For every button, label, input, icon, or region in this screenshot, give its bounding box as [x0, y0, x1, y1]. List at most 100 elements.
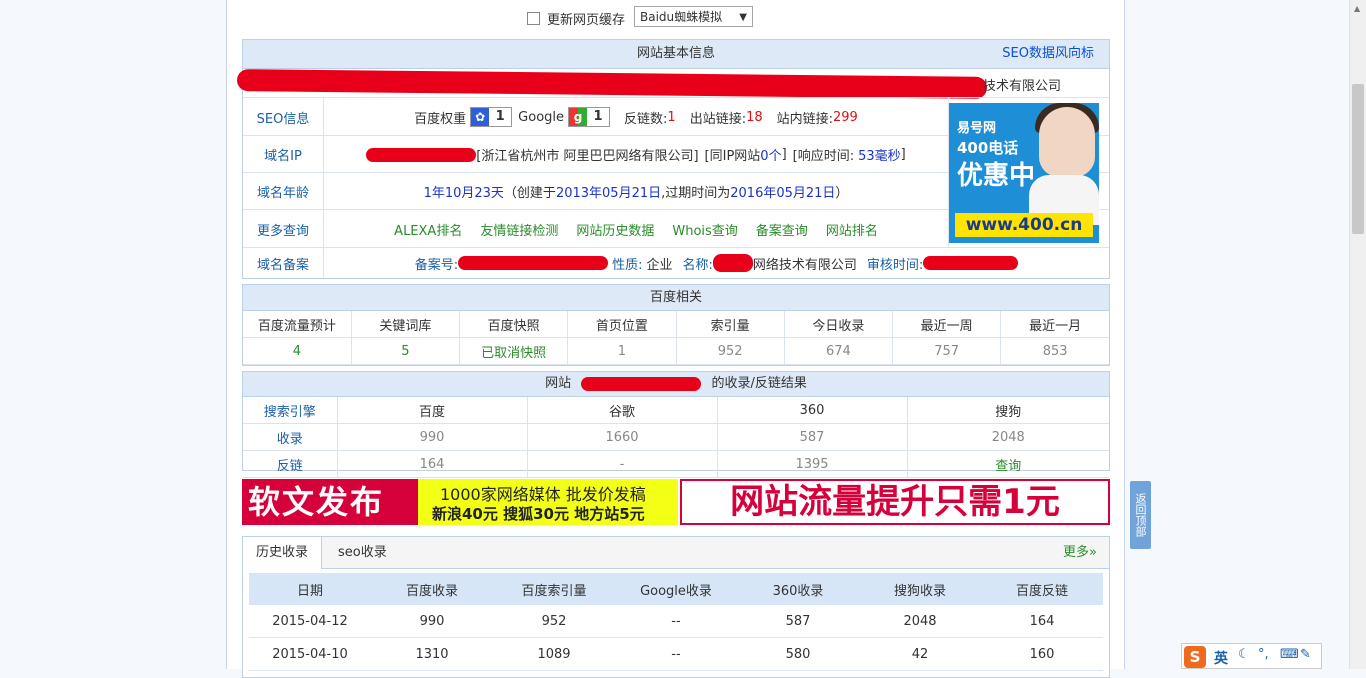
history-header-cell: 日期	[249, 573, 371, 605]
domain-age: 1年10月23天	[423, 186, 504, 201]
response-time-label: [响应时间:	[792, 149, 855, 164]
history-data-link[interactable]: 网站历史数据	[576, 220, 654, 239]
redaction-mark	[236, 69, 988, 99]
history-header-cell: 百度索引量	[493, 573, 615, 605]
baidu-today-value: 674	[783, 337, 894, 365]
ime-mode[interactable]: 英	[1214, 648, 1228, 668]
sogou-logo-icon: S	[1184, 646, 1206, 668]
banner-mid-line1: 1000家网络媒体 批发价发稿	[440, 485, 646, 504]
outlinks-value[interactable]: 18	[746, 110, 763, 125]
engine-header: 搜索引擎	[243, 397, 338, 424]
baidu-traffic-value[interactable]: 4	[243, 337, 352, 365]
wrench-icon[interactable]: ✎	[1300, 647, 1311, 662]
history-cell: 1310	[371, 637, 493, 671]
icp-number-label: 备案号:	[414, 257, 459, 273]
tab-history-index[interactable]: 历史收录	[243, 537, 323, 569]
scrollbar-thumb[interactable]	[1352, 84, 1364, 234]
result-header-cell: 百度	[336, 397, 528, 424]
baidu-header-cell: 今日收录	[783, 311, 894, 338]
back-to-top-button[interactable]: 返回顶部	[1130, 481, 1151, 549]
age-close: ）	[835, 186, 849, 201]
refresh-cache-label: 更新网页缓存	[547, 13, 626, 28]
baidu-index-value: 952	[675, 337, 785, 365]
baidu-week-value: 757	[891, 337, 1002, 365]
backlink-row-label: 反链	[243, 450, 338, 478]
baidu-panel: 百度相关 百度流量预计 关键词库 百度快照 首页位置 索引量 今日收录 最近一周…	[242, 284, 1110, 366]
result-panel: 网站 的收录/反链结果 搜索引擎 百度 谷歌 360 搜狗 收录 990 166…	[242, 371, 1110, 478]
site-rank-link[interactable]: 网站排名	[826, 220, 878, 239]
ad-line2: 优惠中	[957, 161, 1036, 191]
seo-trend-link[interactable]: SEO数据风向标	[1002, 40, 1094, 68]
result-cell: 990	[336, 423, 528, 451]
baidu-home-position: 1	[567, 337, 677, 365]
result-title-pre: 网站	[545, 376, 572, 391]
result-table: 搜索引擎 百度 谷歌 360 搜狗 收录 990 1660 587 2048 反…	[243, 397, 1109, 478]
company-name: 技术有限公司	[983, 79, 1062, 94]
baidu-header-cell: 索引量	[675, 311, 785, 338]
history-header-cell: 搜狗收录	[859, 573, 981, 605]
friend-link-check[interactable]: 友情链接检测	[480, 220, 558, 239]
history-cell: 580	[737, 637, 859, 671]
spider-select[interactable]: Baidu蜘蛛模拟 ▼	[634, 6, 753, 27]
ad-brand: 易号网	[957, 121, 997, 136]
history-table: 日期 百度收录 百度索引量 Google收录 360收录 搜狗收录 百度反链 2…	[249, 573, 1103, 671]
whois-link[interactable]: Whois查询	[672, 220, 737, 239]
redaction-mark	[458, 256, 609, 270]
result-cell: 1660	[526, 423, 718, 451]
icp-row: 域名备案 备案号: 性质: 企业 名称: 网络技术有限公司 审核时间:	[243, 247, 1109, 278]
inlinks-value[interactable]: 299	[833, 110, 858, 125]
tab-seo-index[interactable]: seo收录	[325, 537, 400, 568]
scrollbar[interactable]: ▲	[1349, 0, 1366, 669]
created-date: 2013年05月21日	[555, 186, 662, 201]
moon-icon[interactable]: ☾	[1238, 647, 1250, 662]
baidu-header-cell: 百度流量预计	[243, 311, 352, 338]
baidu-keywords-value[interactable]: 5	[350, 337, 461, 365]
alexa-link[interactable]: ALEXA排名	[394, 220, 462, 239]
sogou-query-link[interactable]: 查询	[906, 450, 1109, 478]
google-pr-label: Google	[518, 109, 565, 125]
backlinks-label: 反链数:	[624, 111, 668, 127]
history-cell: 2048	[859, 605, 981, 638]
banner-mid: 1000家网络媒体 批发价发稿 新浪40元 搜狐30元 地方站5元	[418, 479, 678, 525]
more-query-links: ALEXA排名 友情链接检测 网站历史数据 Whois查询 备案查询 网站排名	[324, 210, 948, 248]
baidu-table: 百度流量预计 关键词库 百度快照 首页位置 索引量 今日收录 最近一周 最近一月…	[243, 311, 1109, 365]
baidu-snapshot-value[interactable]: 已取消快照	[458, 337, 569, 365]
icp-query-link[interactable]: 备案查询	[756, 220, 808, 239]
history-tabs: 历史收录 seo收录 更多»	[243, 537, 1109, 569]
promo-banner[interactable]: 软文发布 1000家网络媒体 批发价发稿 新浪40元 搜狐30元 地方站5元 网…	[242, 479, 1110, 525]
baidu-header-cell: 百度快照	[458, 311, 569, 338]
chevron-down-icon: ▼	[739, 12, 747, 23]
baidu-header-cell: 最近一月	[1000, 311, 1109, 338]
refresh-cache-checkbox[interactable]	[527, 12, 540, 25]
history-cell: 2015-04-12	[249, 605, 371, 638]
history-header-cell: 360收录	[737, 573, 859, 605]
outlinks-label: 出站链接:	[689, 111, 747, 127]
domain-age-value: 1年10月23天 （创建于 2013年05月21日 ,过期时间为 2016年05月21…	[324, 173, 948, 210]
ip-location: [浙江省杭州市 阿里巴巴网络有限公司]	[476, 149, 699, 164]
result-header: 网站 的收录/反链结果	[243, 372, 1109, 397]
history-cell: 1089	[493, 637, 615, 671]
punctuation-icon[interactable]: °,	[1258, 647, 1269, 662]
banner-right: 网站流量提升只需1元	[680, 479, 1110, 525]
result-header-cell: 360	[716, 397, 908, 424]
keyboard-icon[interactable]: ⌨	[1280, 647, 1299, 662]
same-ip-label: [同IP网站	[704, 149, 761, 164]
scroll-up-icon[interactable]: ▲	[1354, 4, 1360, 13]
result-title-post: 的收录/反链结果	[711, 376, 807, 391]
backlinks-value[interactable]: 1	[667, 110, 675, 125]
more-link[interactable]: 更多»	[1063, 537, 1097, 568]
redaction-mark	[581, 376, 702, 391]
redaction-mark	[923, 256, 1019, 270]
result-cell: 587	[716, 423, 908, 451]
google-pr-value: 1	[593, 109, 603, 124]
same-ip-count[interactable]: 0个	[760, 145, 781, 164]
ad-400-phone[interactable]: 易号网 400电话 优惠中 www.400.cn	[949, 103, 1099, 243]
ime-toolbar[interactable]: S 英 ☾ °, ⌨ ✎	[1181, 643, 1322, 669]
baidu-weight-badge[interactable]: ✿ 1	[470, 107, 513, 127]
history-cell: 42	[859, 637, 981, 671]
google-pr-badge[interactable]: g 1	[568, 107, 611, 127]
history-cell: 160	[981, 637, 1103, 671]
basic-info-title: 网站基本信息	[636, 46, 715, 61]
baidu-paw-icon: ✿	[471, 108, 490, 126]
basic-info-panel: 网站基本信息 SEO数据风向标 技术有限公司 SEO信息 百度权重 ✿ 1 Go…	[236, 39, 1110, 279]
